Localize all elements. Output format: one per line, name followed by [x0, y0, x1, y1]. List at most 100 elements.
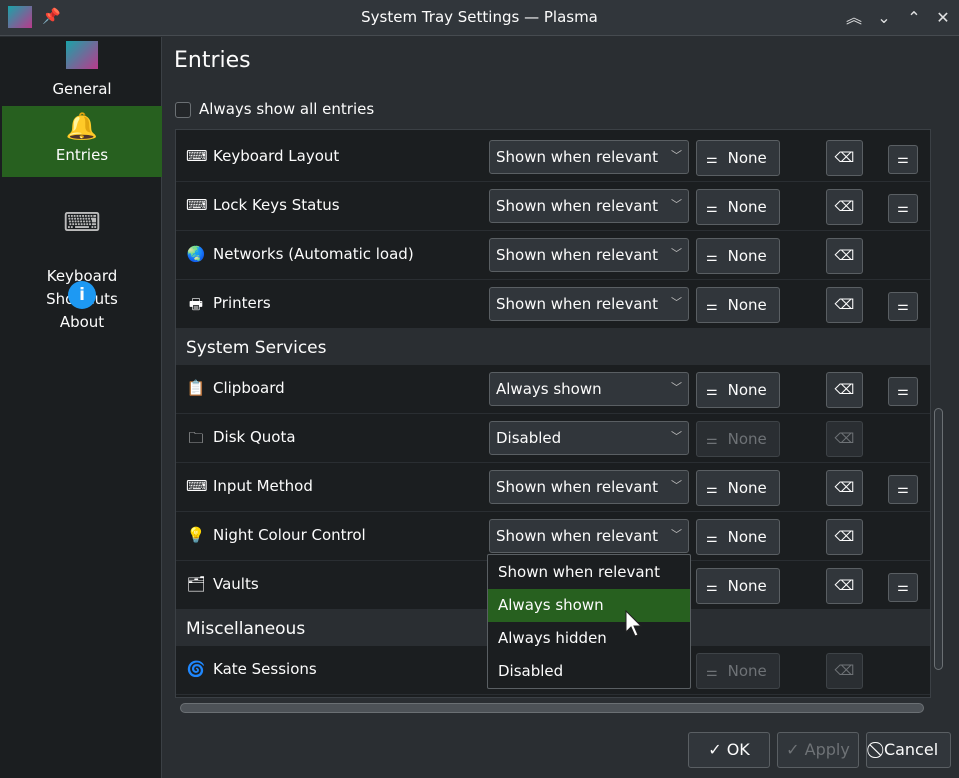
always-show-all-label[interactable]: Always show all entries: [199, 100, 374, 118]
shortcut-button[interactable]: ⚌ None: [696, 287, 780, 323]
entry-label: Input Method: [213, 477, 313, 495]
backspace-icon: ⌫: [834, 297, 855, 313]
shortcut-label: None: [727, 479, 767, 497]
sliders-icon: ⚌: [706, 250, 718, 265]
clear-shortcut-button[interactable]: ⌫: [826, 421, 863, 457]
shortcut-button[interactable]: ⚌ None: [696, 470, 780, 506]
configure-button[interactable]: ⚌: [888, 475, 918, 504]
shortcut-label: None: [727, 430, 767, 448]
dropdown-option[interactable]: Disabled: [488, 655, 690, 688]
shortcut-label: None: [727, 662, 767, 680]
shortcut-label: None: [727, 528, 767, 546]
entry-label: Disk Quota: [213, 428, 296, 446]
shortcut-button[interactable]: ⚌ None: [696, 421, 780, 457]
shortcut-button[interactable]: ⚌ None: [696, 238, 780, 274]
entry-label: Night Colour Control: [213, 526, 366, 544]
visibility-value: Disabled: [496, 429, 562, 447]
clear-shortcut-button[interactable]: ⌫: [826, 287, 863, 323]
ok-button[interactable]: ✓ OK: [688, 732, 770, 768]
sidebar-item-entries[interactable]: 🔔 Entries: [2, 106, 162, 177]
ok-label: OK: [726, 740, 750, 759]
clipboard-icon: 📋: [186, 379, 206, 397]
sliders-icon: ⚌: [706, 299, 718, 314]
shortcut-label: None: [727, 296, 767, 314]
clear-shortcut-button[interactable]: ⌫: [826, 519, 863, 555]
list-item: ⌨ Lock Keys Status Shown when relevant ﹀ …: [176, 182, 930, 231]
shortcut-button[interactable]: ⚌ None: [696, 189, 780, 225]
list-item: 🗀 Disk Quota Disabled ﹀ ⚌ None ⌫: [176, 414, 930, 463]
configure-button[interactable]: ⚌: [888, 145, 918, 174]
info-icon: i: [2, 277, 162, 309]
apply-button[interactable]: ✓ Apply: [777, 732, 859, 768]
visibility-select[interactable]: Shown when relevant ﹀: [489, 238, 689, 272]
always-show-all-checkbox[interactable]: [175, 102, 191, 118]
list-item: ⌨ Keyboard Layout Shown when relevant ﹀ ⚌…: [176, 133, 930, 182]
sidebar-item-general[interactable]: General: [2, 41, 162, 105]
shortcut-button[interactable]: ⚌ None: [696, 140, 780, 176]
cancel-button[interactable]: ⃠ Cancel: [866, 732, 951, 768]
clear-shortcut-button[interactable]: ⌫: [826, 568, 863, 604]
chevron-down-icon: ﹀: [671, 296, 682, 309]
visibility-select[interactable]: Shown when relevant ﹀: [489, 140, 689, 174]
chevron-down-icon: ﹀: [671, 528, 682, 541]
lightbulb-icon: 💡: [186, 526, 206, 544]
backspace-icon: ⌫: [834, 248, 855, 264]
visibility-select[interactable]: Disabled ﹀: [489, 421, 689, 455]
configure-button[interactable]: ⚌: [888, 292, 918, 321]
sidebar-item-label: General: [52, 80, 112, 98]
list-item: ⌨ Input Method Shown when relevant ﹀ ⚌ Non…: [176, 463, 930, 512]
shortcut-button[interactable]: ⚌ None: [696, 372, 780, 408]
clear-shortcut-button[interactable]: ⌫: [826, 470, 863, 506]
configure-button[interactable]: ⚌: [888, 194, 918, 223]
title-bar: 📌 System Tray Settings — Plasma ︽ ⌄ ⌃ ✕: [0, 0, 959, 36]
keyboard-icon: ⌨: [63, 208, 101, 238]
visibility-value: Always shown: [496, 380, 602, 398]
minimize-icon[interactable]: ⌄: [872, 6, 896, 30]
keyboard-icon: ⌨: [186, 477, 208, 495]
visibility-select[interactable]: Shown when relevant ﹀: [489, 287, 689, 321]
visibility-select[interactable]: Shown when relevant ﹀: [489, 470, 689, 504]
mouse-cursor-icon: [625, 610, 643, 637]
backspace-icon: ⌫: [834, 578, 855, 594]
shortcut-button[interactable]: ⚌ None: [696, 519, 780, 555]
clear-shortcut-button[interactable]: ⌫: [826, 653, 863, 689]
horizontal-scrollbar[interactable]: [180, 703, 924, 713]
maximize-icon[interactable]: ⌃: [902, 6, 926, 30]
visibility-select[interactable]: Shown when relevant ﹀: [489, 519, 689, 553]
sliders-icon: ⚌: [897, 482, 909, 497]
vertical-scrollbar[interactable]: [934, 408, 943, 670]
clear-shortcut-button[interactable]: ⌫: [826, 372, 863, 408]
sliders-icon: ⚌: [897, 580, 909, 595]
chevron-down-icon: ﹀: [671, 479, 682, 492]
entry-label: Vaults: [213, 575, 259, 593]
sidebar-item-about[interactable]: i About: [2, 277, 162, 337]
sliders-icon: ⚌: [706, 152, 718, 167]
bell-icon: 🔔: [65, 112, 99, 142]
section-header: System Services: [176, 329, 930, 365]
sliders-icon: ⚌: [706, 665, 718, 680]
configure-button[interactable]: ⚌: [888, 377, 918, 406]
backspace-icon: ⌫: [834, 431, 855, 447]
visibility-select[interactable]: Always shown ﹀: [489, 372, 689, 406]
entry-label: Lock Keys Status: [213, 196, 340, 214]
shortcut-button[interactable]: ⚌ None: [696, 653, 780, 689]
configure-button[interactable]: ⚌: [888, 573, 918, 602]
globe-icon: 🌏: [186, 245, 206, 263]
close-icon[interactable]: ✕: [931, 6, 955, 30]
dropdown-option[interactable]: Always shown: [488, 589, 690, 622]
check-icon: ✓: [708, 740, 727, 759]
clear-shortcut-button[interactable]: ⌫: [826, 140, 863, 176]
keep-above-icon[interactable]: ︽: [842, 6, 866, 30]
dropdown-option[interactable]: Shown when relevant: [488, 556, 690, 589]
shortcut-label: None: [727, 381, 767, 399]
sliders-icon: ⚌: [706, 580, 718, 595]
shortcut-button[interactable]: ⚌ None: [696, 568, 780, 604]
clear-shortcut-button[interactable]: ⌫: [826, 189, 863, 225]
sidebar-item-label: About: [59, 313, 105, 331]
sliders-icon: ⚌: [897, 201, 909, 216]
sidebar-item-keyboard-shortcuts[interactable]: ⌨ Keyboard Shortcuts: [2, 185, 162, 308]
clear-shortcut-button[interactable]: ⌫: [826, 238, 863, 274]
dropdown-option[interactable]: Always hidden: [488, 622, 690, 655]
visibility-select[interactable]: Shown when relevant ﹀: [489, 189, 689, 223]
chevron-down-icon: ﹀: [671, 149, 682, 162]
